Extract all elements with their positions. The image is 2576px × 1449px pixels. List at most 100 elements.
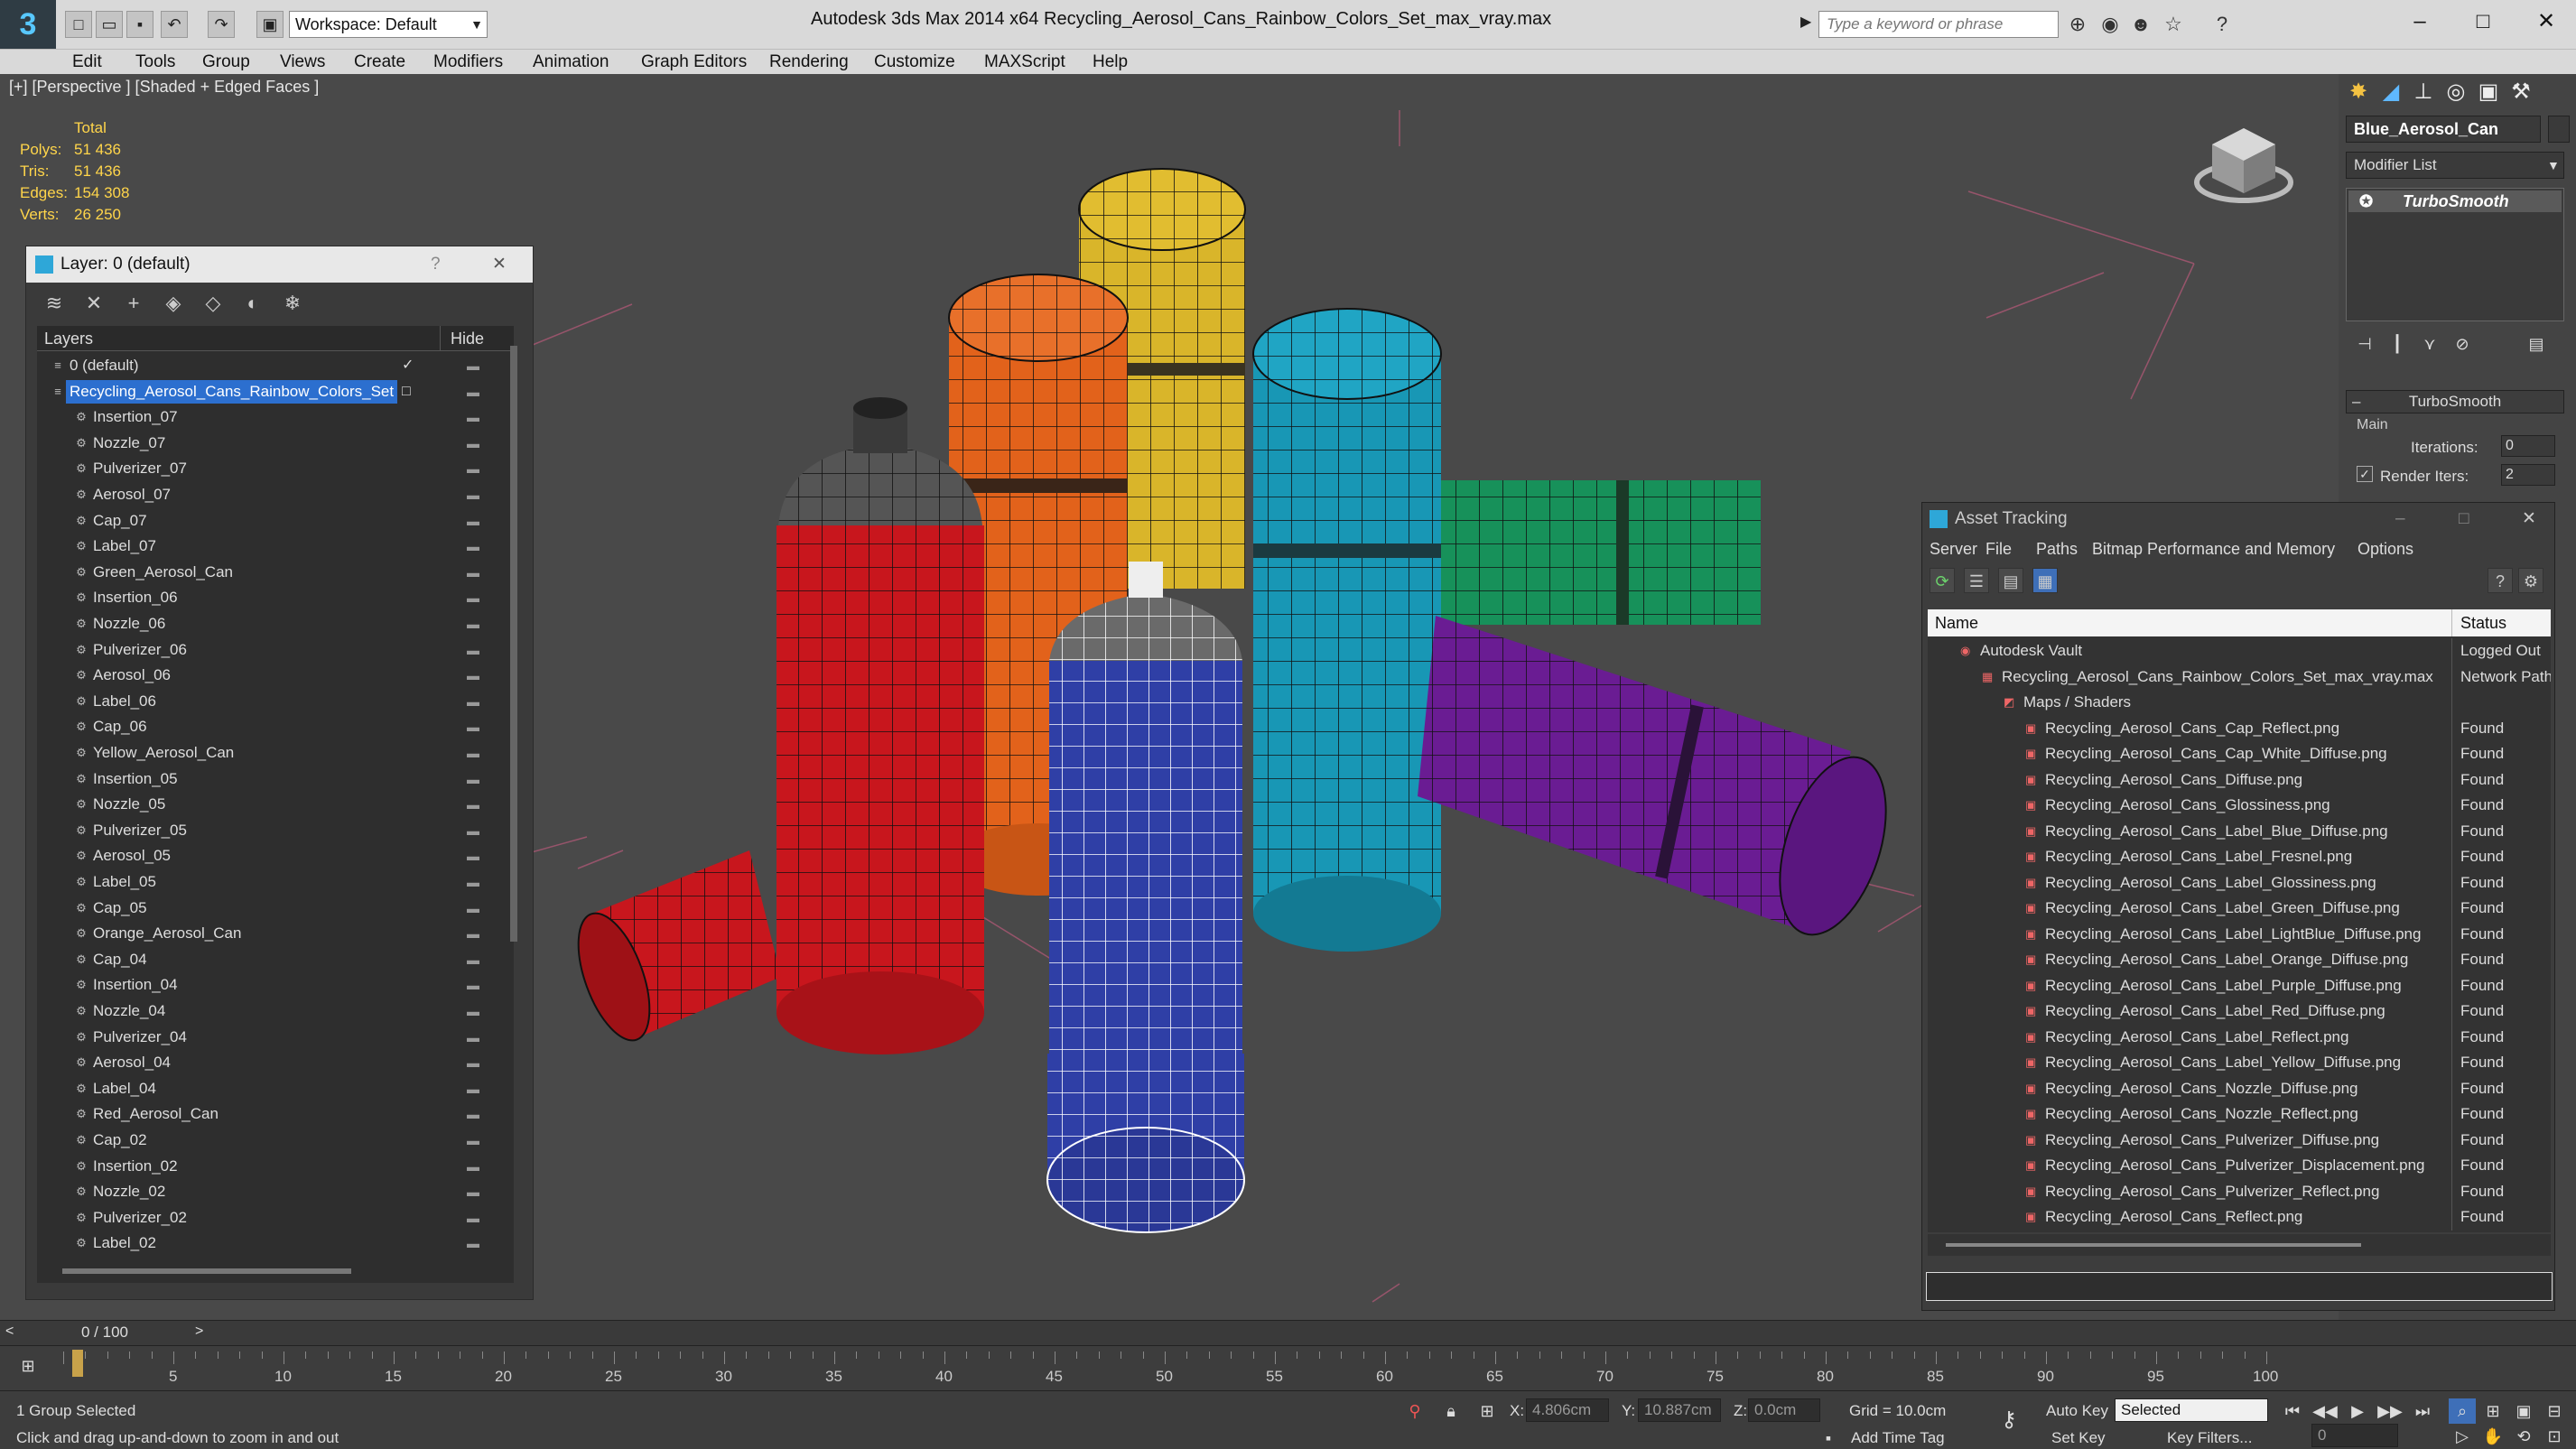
menu-help[interactable]: Help	[1093, 52, 1128, 72]
hide-toggle[interactable]: ▬	[467, 1205, 479, 1231]
binoculars-icon[interactable]: ⊕	[2064, 11, 2091, 38]
hide-toggle[interactable]: ▬	[467, 379, 479, 404]
layer-panel-title[interactable]: Layer: 0 (default) ? ✕	[26, 246, 533, 283]
red-aerosol-can[interactable]	[777, 397, 984, 1054]
asset-row[interactable]: ◉ Autodesk Vault Logged Out	[1928, 638, 2551, 664]
layers-column-header[interactable]: Layers	[44, 326, 93, 351]
hide-toggle[interactable]: ▬	[467, 714, 479, 739]
hide-toggle[interactable]: ▬	[467, 611, 479, 636]
menu-animation[interactable]: Animation	[533, 52, 609, 72]
save-icon[interactable]: ▪	[126, 11, 153, 38]
layer-list-scrollbar[interactable]	[510, 346, 517, 942]
asset-row[interactable]: ▣ Recycling_Aerosol_Cans_Cap_Reflect.png F…	[1928, 715, 2551, 741]
maximize-icon[interactable]: □	[2456, 5, 2510, 38]
hide-toggle[interactable]: ▬	[467, 1154, 479, 1179]
make-unique-icon[interactable]: ⋎	[2416, 330, 2443, 358]
hide-toggle[interactable]: ▬	[467, 482, 479, 507]
hide-toggle[interactable]: ▬	[467, 585, 479, 610]
asset-row[interactable]: ▣ Recycling_Aerosol_Cans_Label_Fresnel.pn…	[1928, 844, 2551, 870]
communication-center-icon[interactable]: ◉	[2097, 11, 2124, 38]
asset-row[interactable]: ▣ Recycling_Aerosol_Cans_Label_Glossiness…	[1928, 869, 2551, 896]
app-logo-icon[interactable]: 3	[0, 0, 56, 49]
pin-stack-icon[interactable]: ⊣	[2351, 330, 2378, 358]
asset-row[interactable]: ▣ Recycling_Aerosol_Cans_Label_Red_Diffus…	[1928, 999, 2551, 1025]
help-icon[interactable]: ?	[431, 246, 441, 283]
utilities-tab-icon[interactable]: ⚒	[2506, 78, 2535, 107]
menu-group[interactable]: Group	[202, 52, 250, 72]
absolute-mode-icon[interactable]: ⊞	[1474, 1398, 1501, 1424]
hide-toggle[interactable]: ▬	[467, 1231, 479, 1256]
minimize-icon[interactable]: –	[2393, 5, 2447, 38]
lightbulb-icon[interactable]: ✪	[2359, 190, 2373, 212]
go-to-end-icon[interactable]: ⏭	[2409, 1398, 2436, 1424]
workspace-dropdown[interactable]: Workspace: Default	[289, 11, 488, 38]
layer-object-row[interactable]: ⚙ Pulverizer_07 ▬	[37, 456, 514, 482]
hide-toggle[interactable]: ▬	[467, 456, 479, 481]
menu-edit[interactable]: Edit	[72, 52, 102, 72]
layer-object-row[interactable]: ⚙ Cap_07 ▬	[37, 508, 514, 534]
menu-graph-editors[interactable]: Graph Editors	[641, 52, 747, 72]
show-end-result-icon[interactable]: ┃	[2384, 330, 2411, 358]
hide-toggle[interactable]: ▬	[467, 637, 479, 663]
selection-lock-icon[interactable]: 🔒︎	[1437, 1398, 1465, 1424]
layer-list-hscrollbar[interactable]	[62, 1268, 351, 1274]
layer-object-row[interactable]: ⚙ Label_02 ▬	[37, 1231, 514, 1257]
field-of-view-icon[interactable]: ▷	[2449, 1424, 2476, 1449]
add-to-layer-icon[interactable]: +	[120, 290, 147, 317]
delete-layer-icon[interactable]: ✕	[80, 290, 107, 317]
create-layer-icon[interactable]: ≋	[41, 290, 68, 317]
search-input[interactable]	[1818, 11, 2059, 38]
help-icon[interactable]: ?	[2209, 11, 2236, 38]
next-key-icon[interactable]: ▶▶	[2376, 1398, 2404, 1424]
hide-toggle[interactable]: ▬	[467, 999, 479, 1024]
layer-object-row[interactable]: ⚙ Red_Aerosol_Can ▬	[37, 1101, 514, 1128]
minimize-icon[interactable]: –	[2395, 503, 2405, 535]
hide-toggle[interactable]: ▬	[467, 689, 479, 714]
layer-object-row[interactable]: ⚙ Pulverizer_04 ▬	[37, 1025, 514, 1051]
play-icon[interactable]: ▶	[2344, 1398, 2371, 1424]
help-icon[interactable]: ?	[2488, 568, 2513, 593]
red-cap[interactable]	[564, 850, 781, 1049]
asset-row[interactable]: ◩ Maps / Shaders	[1928, 690, 2551, 716]
layer-object-row[interactable]: ⚙ Insertion_06 ▬	[37, 585, 514, 611]
hide-toggle[interactable]: ▬	[467, 560, 479, 585]
menu-rendering[interactable]: Rendering	[769, 52, 849, 72]
time-tag-icon[interactable]: ▪	[1815, 1426, 1842, 1449]
asset-menu-server[interactable]: Server	[1930, 535, 1977, 562]
layer-object-row[interactable]: ⚙ Aerosol_05 ▬	[37, 843, 514, 869]
hide-toggle[interactable]: ▬	[467, 1179, 479, 1204]
key-mode-dropdown[interactable]: Selected	[2115, 1398, 2268, 1422]
asset-row[interactable]: ▣ Recycling_Aerosol_Cans_Glossiness.png Fo…	[1928, 793, 2551, 819]
menu-views[interactable]: Views	[280, 52, 325, 72]
modify-tab-icon[interactable]: ◢	[2376, 78, 2405, 107]
hierarchy-tab-icon[interactable]: ⊥	[2409, 78, 2438, 107]
chevron-right-icon[interactable]: ▶	[1800, 13, 1811, 31]
undo-icon[interactable]: ↶	[161, 11, 188, 38]
menu-customize[interactable]: Customize	[874, 52, 955, 72]
object-name-field[interactable]: Blue_Aerosol_Can	[2346, 116, 2541, 143]
layer-checkbox[interactable]: □	[402, 379, 411, 404]
layer-object-row[interactable]: ⚙ Cap_02 ▬	[37, 1128, 514, 1154]
x-coordinate-field[interactable]: 4.806cm	[1526, 1398, 1609, 1422]
cyan-aerosol-can[interactable]	[1252, 308, 1442, 952]
hide-toggle[interactable]: ▬	[467, 404, 479, 430]
hide-toggle[interactable]: ▬	[467, 740, 479, 766]
asset-tracking-title-bar[interactable]: Asset Tracking – □ ✕	[1922, 503, 2554, 535]
current-frame-marker[interactable]	[72, 1350, 83, 1377]
hide-toggle[interactable]: ▬	[467, 818, 479, 843]
hide-toggle[interactable]: ▬	[467, 972, 479, 998]
asset-row[interactable]: ▣ Recycling_Aerosol_Cans_Label_Yellow_Dif…	[1928, 1050, 2551, 1076]
iterations-spinner[interactable]: 0	[2501, 435, 2555, 457]
menu-modifiers[interactable]: Modifiers	[433, 52, 503, 72]
layer-object-row[interactable]: ⚙ Insertion_02 ▬	[37, 1154, 514, 1180]
add-time-tag[interactable]: Add Time Tag	[1851, 1429, 1945, 1447]
chevron-down-icon[interactable]: ▼	[466, 11, 488, 38]
hide-toggle[interactable]: ▬	[467, 1128, 479, 1153]
asset-row[interactable]: ▣ Recycling_Aerosol_Cans_Label_Reflect.pn…	[1928, 1024, 2551, 1050]
object-color-swatch[interactable]	[2548, 116, 2570, 143]
list-view-icon[interactable]: ☰	[1964, 568, 1989, 593]
layer-object-row[interactable]: ⚙ Insertion_05 ▬	[37, 766, 514, 793]
menu-tools[interactable]: Tools	[135, 52, 175, 72]
layer-object-row[interactable]: ⚙ Pulverizer_06 ▬	[37, 637, 514, 664]
asset-row[interactable]: ▣ Recycling_Aerosol_Cans_Nozzle_Reflect.p…	[1928, 1101, 2551, 1128]
